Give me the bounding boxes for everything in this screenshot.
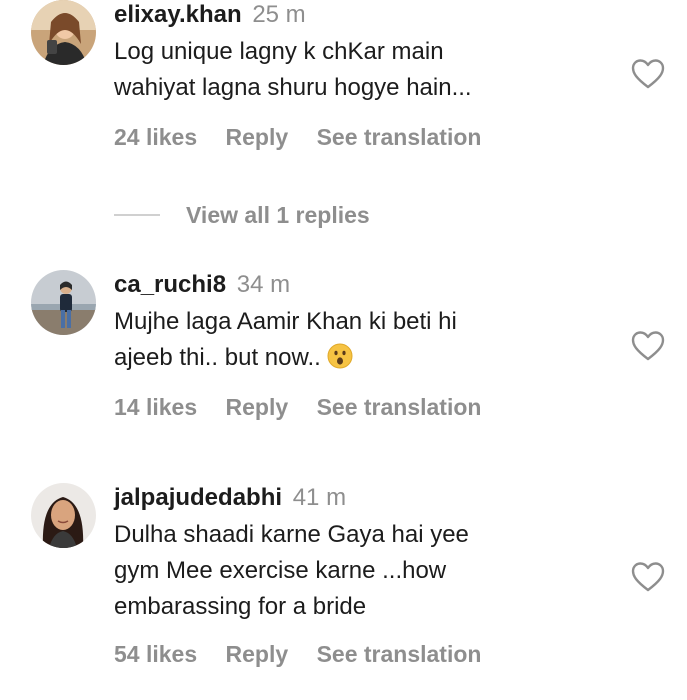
comment-text-line: ajeeb thi.. but now..	[114, 344, 321, 371]
reply-button[interactable]: Reply	[226, 394, 289, 420]
view-replies-toggle[interactable]: View all 1 replies	[114, 200, 370, 230]
timestamp: 34 m	[236, 271, 291, 298]
see-translation-link[interactable]: See translation	[317, 124, 482, 150]
comment-text: Log unique lagny k chKar main wahiyat la…	[114, 34, 607, 106]
username[interactable]: ca_ruchi8	[114, 271, 226, 298]
comment-actions: 54 likes Reply See translation	[114, 641, 607, 668]
reply-button[interactable]: Reply	[226, 641, 289, 667]
avatar[interactable]	[31, 0, 96, 65]
comment-text-line: embarassing for a bride	[114, 593, 367, 620]
comment-header: ca_ruchi8 34 m	[114, 270, 607, 300]
username[interactable]: jalpajudedabhi	[114, 484, 282, 511]
heart-outline-icon[interactable]	[631, 330, 665, 362]
comment-header: jalpajudedabhi 41 m	[114, 483, 607, 513]
comment-text-line: wahiyat lagna shuru hogye hain...	[114, 74, 472, 101]
avatar[interactable]	[31, 270, 96, 335]
likes-count[interactable]: 14 likes	[114, 394, 197, 420]
timestamp: 25 m	[252, 1, 306, 28]
comment-text-line-with-emoji: ajeeb thi.. but now..	[114, 340, 607, 376]
see-translation-link[interactable]: See translation	[317, 641, 482, 667]
comment-text-line: gym Mee exercise karne ...how	[114, 557, 447, 584]
timestamp: 41 m	[292, 484, 347, 511]
likes-count[interactable]: 54 likes	[114, 641, 197, 667]
avatar[interactable]	[31, 483, 96, 548]
view-replies-label[interactable]: View all 1 replies	[186, 202, 370, 229]
comment-actions: 14 likes Reply See translation	[114, 394, 607, 421]
surprised-face-emoji	[327, 343, 353, 369]
heart-outline-icon[interactable]	[631, 561, 665, 593]
comment-text-line: Dulha shaadi karne Gaya hai yee	[114, 521, 469, 548]
username[interactable]: elixay.khan	[114, 1, 242, 28]
heart-outline-icon[interactable]	[631, 58, 665, 90]
comment-header: elixay.khan 25 m	[114, 0, 607, 30]
see-translation-link[interactable]: See translation	[317, 394, 482, 420]
comment-text-line: Mujhe laga Aamir Khan ki beti hi	[114, 308, 457, 335]
comment-text: Mujhe laga Aamir Khan ki beti hi ajeeb t…	[114, 304, 607, 376]
reply-button[interactable]: Reply	[226, 124, 289, 150]
likes-count[interactable]: 24 likes	[114, 124, 197, 150]
comment-text-line: Log unique lagny k chKar main	[114, 38, 444, 65]
comment-actions: 24 likes Reply See translation	[114, 124, 607, 151]
replies-divider	[114, 214, 160, 216]
comment-text: Dulha shaadi karne Gaya hai yee gym Mee …	[114, 517, 607, 625]
